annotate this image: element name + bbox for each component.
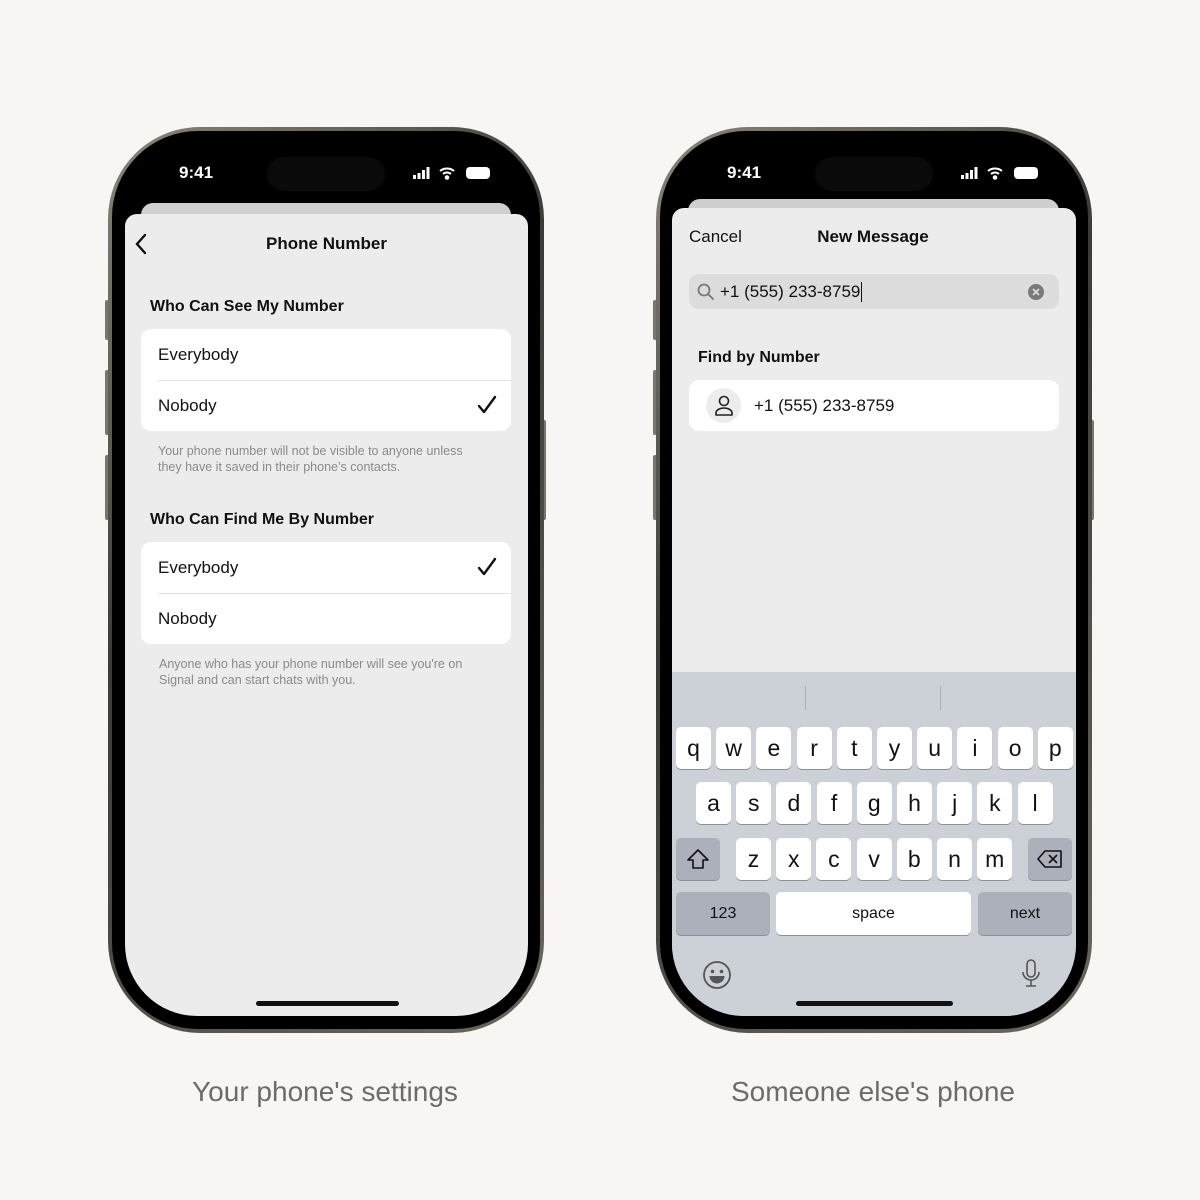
checkmark-icon (477, 395, 497, 414)
battery-icon (1014, 167, 1038, 179)
footer-line: Your phone number will not be visible to… (158, 444, 463, 458)
key-h[interactable]: h (897, 782, 932, 824)
dynamic-island (267, 157, 385, 191)
footer-line: they have it saved in their phone’s cont… (158, 460, 401, 474)
key-p[interactable]: p (1037, 727, 1073, 769)
key-t[interactable]: t (836, 727, 872, 769)
battery-icon (466, 167, 490, 179)
avatar (706, 388, 741, 423)
key-o[interactable]: o (997, 727, 1033, 769)
section-header: Who Can See My Number (150, 298, 344, 315)
delete-key[interactable] (1028, 838, 1072, 880)
key-w[interactable]: w (716, 727, 752, 769)
visibility-options: Everybody Nobody (141, 329, 511, 431)
shift-key[interactable] (676, 838, 720, 880)
section-footer: Anyone who has your phone number will se… (159, 656, 499, 688)
dynamic-island (815, 157, 933, 191)
numbers-key[interactable]: 123 (676, 892, 770, 935)
key-f[interactable]: f (816, 782, 852, 824)
key-r[interactable]: r (796, 727, 832, 769)
key-a[interactable]: a (696, 782, 731, 824)
search-field[interactable]: +1 (555) 233-8759 (689, 274, 1059, 309)
home-indicator (796, 1001, 953, 1006)
signal-icon (961, 167, 978, 179)
backspace-icon (1037, 850, 1062, 868)
option-everybody[interactable]: Everybody (141, 329, 511, 380)
settings-sheet: Phone Number Who Can See My Number Every… (125, 214, 528, 1016)
section-header: Find by Number (698, 349, 820, 366)
discoverability-options: Everybody Nobody (141, 542, 511, 644)
signal-icon (413, 167, 430, 179)
option-label: Everybody (158, 557, 239, 577)
microphone-icon[interactable] (1020, 958, 1042, 990)
left-caption: Your phone's settings (192, 1076, 458, 1107)
emoji-icon[interactable] (702, 960, 732, 990)
home-indicator (256, 1001, 399, 1006)
option-nobody[interactable]: Nobody (141, 380, 511, 431)
key-j[interactable]: j (937, 782, 973, 824)
key-n[interactable]: n (937, 838, 972, 880)
key-b[interactable]: b (896, 838, 932, 880)
space-key[interactable]: space (776, 892, 971, 935)
key-y[interactable]: y (877, 727, 912, 769)
option-everybody[interactable]: Everybody (141, 542, 511, 593)
right-phone-screen: 9:41 Cancel New Message +1 (555) 233-875… (672, 143, 1076, 1016)
section-header: Who Can Find Me By Number (150, 511, 374, 528)
status-time: 9:41 (179, 163, 214, 182)
key-q[interactable]: q (676, 727, 711, 769)
wifi-icon (439, 167, 455, 180)
key-g[interactable]: g (856, 782, 892, 824)
cancel-button[interactable]: Cancel (689, 227, 742, 247)
key-e[interactable]: e (756, 727, 792, 769)
status-time: 9:41 (727, 163, 762, 182)
status-icons (413, 167, 490, 180)
wifi-icon (987, 167, 1003, 180)
right-caption: Someone else's phone (731, 1076, 1015, 1107)
search-icon (697, 283, 714, 300)
option-label: Everybody (158, 344, 239, 364)
suggestion-divider (805, 686, 806, 710)
key-v[interactable]: v (856, 838, 892, 880)
key-x[interactable]: x (776, 838, 812, 880)
suggestion-divider (940, 686, 941, 710)
key-k[interactable]: k (977, 782, 1013, 824)
key-u[interactable]: u (917, 727, 953, 769)
result-label: +1 (555) 233-8759 (754, 396, 895, 415)
option-nobody[interactable]: Nobody (141, 593, 511, 644)
keyboard: qwertyuiop asdfghjkl zxcvbnm 123 space nex… (672, 672, 1076, 1016)
option-label: Nobody (158, 395, 217, 415)
key-i[interactable]: i (957, 727, 993, 769)
checkmark-icon (477, 557, 497, 576)
key-d[interactable]: d (776, 782, 812, 824)
key-m[interactable]: m (977, 838, 1013, 880)
shift-icon (687, 849, 709, 869)
status-icons (961, 167, 1038, 180)
option-label: Nobody (158, 608, 217, 628)
section-footer: Your phone number will not be visible to… (158, 443, 498, 475)
person-icon (715, 395, 733, 416)
key-c[interactable]: c (816, 838, 852, 880)
key-z[interactable]: z (736, 838, 771, 880)
key-s[interactable]: s (736, 782, 772, 824)
next-key[interactable]: next (978, 892, 1072, 935)
find-by-number-result[interactable]: +1 (555) 233-8759 (689, 380, 1059, 431)
footer-line: Signal and can start chats with you. (159, 673, 356, 687)
footer-line: Anyone who has your phone number will se… (159, 657, 463, 671)
key-l[interactable]: l (1017, 782, 1053, 824)
page-title: New Message (817, 227, 929, 246)
left-phone-screen: 9:41 Phone Number Who Can See My Number … (125, 143, 528, 1016)
page-title: Phone Number (266, 234, 387, 253)
search-input[interactable]: +1 (555) 233-8759 (720, 282, 863, 302)
clear-icon[interactable] (1027, 283, 1045, 301)
